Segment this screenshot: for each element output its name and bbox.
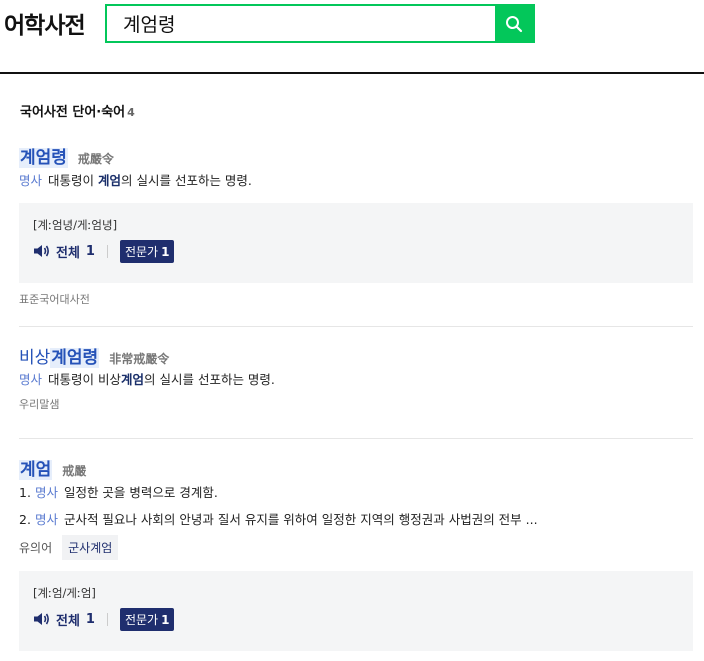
- search-icon: [506, 15, 523, 32]
- expert-count: 1: [161, 612, 170, 627]
- play-all-count: 1: [85, 611, 95, 627]
- pos-label: 명사: [34, 512, 58, 527]
- play-all-button[interactable]: 전체 1: [33, 610, 95, 629]
- pos-label: 명사: [34, 485, 58, 500]
- headword-link[interactable]: 계엄: [19, 455, 53, 480]
- headword-line: 계엄 戒嚴: [19, 455, 693, 480]
- def-text: 대통령이: [48, 173, 98, 188]
- hanja: 戒嚴: [62, 464, 87, 478]
- audio-row: 전체 1 전문가 1: [33, 238, 679, 264]
- play-all-label: 전체: [56, 245, 80, 261]
- entry-gyeeomnyeong: 계엄령 戒嚴令 명사 대통령이 계엄의 실시를 선포하는 명령. [계ː엄녕/게ː…: [19, 143, 693, 327]
- play-all-label: 전체: [56, 613, 80, 629]
- divider: [106, 244, 108, 258]
- play-all-button[interactable]: 전체 1: [33, 242, 95, 261]
- hanja: 戒嚴令: [77, 152, 114, 166]
- pronunciation-box: [계ː엄녕/게ː엄녕] 전체 1 전문가 1: [19, 203, 693, 283]
- header: 어학사전: [0, 0, 704, 74]
- def-text: 의 실시를 선포하는 명령.: [144, 372, 275, 387]
- play-all-count: 1: [85, 243, 95, 259]
- search-button[interactable]: [495, 6, 533, 41]
- divider: [106, 612, 108, 626]
- entry-gyeeom: 계엄 戒嚴 1. 명사 일정한 곳을 병력으로 경계함. 2. 명사 군사적 필요나 사…: [19, 455, 693, 655]
- expert-badge[interactable]: 전문가 1: [119, 239, 175, 263]
- hanja: 非常戒嚴令: [109, 352, 170, 366]
- pronunciation-box: [계ː엄/게ː엄] 전체 1 전문가 1: [19, 571, 693, 651]
- headword-highlight: 계엄령: [50, 348, 100, 368]
- entry-bisang-gyeeomnyeong: 비상계엄령 非常戒嚴令 명사 대통령이 비상계엄의 실시를 선포하는 명령. 우리…: [19, 343, 693, 439]
- speaker-icon: [34, 613, 49, 625]
- pos-label: 명사: [19, 372, 43, 387]
- def-text: 대통령이 비상: [48, 372, 121, 387]
- headword-highlight: 계엄: [19, 460, 53, 480]
- expert-count: 1: [161, 244, 170, 259]
- headword-prefix: 비상: [19, 348, 51, 368]
- pronunciation: [계ː엄녕/게ː엄녕]: [33, 218, 118, 232]
- dictionary-source[interactable]: 우리말샘: [19, 396, 693, 414]
- expert-label: 전문가: [124, 612, 159, 627]
- definition-2: 2. 명사 군사적 필요나 사회의 안녕과 질서 유지를 위하여 일정한 지역의 행…: [19, 509, 691, 531]
- def-text: 군사적 필요나 사회의 안녕과 질서 유지를 위하여 일정한 지역의 행정권과 …: [63, 512, 538, 527]
- dictionary-source[interactable]: 표준국어대사전: [19, 291, 693, 309]
- headword-line: 비상계엄령 非常戒嚴令: [19, 343, 693, 368]
- def-number: 1.: [19, 485, 31, 500]
- headword-highlight: 계엄령: [19, 148, 68, 168]
- speaker-icon: [34, 245, 49, 257]
- def-text: 의 실시를 선포하는 명령.: [121, 173, 252, 188]
- result-count: 4: [127, 106, 135, 119]
- expert-label: 전문가: [124, 244, 159, 259]
- headword-line: 계엄령 戒嚴令: [19, 143, 693, 168]
- def-text: 일정한 곳을 병력으로 경계함.: [63, 485, 218, 500]
- synonym-row: 유의어 군사계엄: [19, 534, 693, 560]
- def-highlight: 계엄: [121, 372, 145, 387]
- def-highlight: 계엄: [98, 173, 122, 188]
- headword-link[interactable]: 비상계엄령: [19, 343, 100, 368]
- definition-1: 1. 명사 일정한 곳을 병력으로 경계함.: [19, 482, 693, 504]
- section-title-text: 국어사전 단어·숙어: [20, 105, 126, 120]
- definition: 명사 대통령이 비상계엄의 실시를 선포하는 명령.: [19, 369, 693, 391]
- audio-row: 전체 1 전문가 1: [33, 606, 679, 632]
- headword-link[interactable]: 계엄령: [19, 143, 68, 168]
- synonym-label: 유의어: [19, 540, 53, 555]
- search-box: [105, 4, 535, 43]
- pronunciation: [계ː엄/게ː엄]: [33, 586, 96, 600]
- expert-badge[interactable]: 전문가 1: [119, 607, 175, 631]
- definition: 명사 대통령이 계엄의 실시를 선포하는 명령.: [19, 170, 693, 192]
- logo[interactable]: 어학사전: [4, 6, 86, 40]
- def-number: 2.: [19, 512, 31, 527]
- pos-label: 명사: [19, 173, 43, 188]
- search-input[interactable]: [107, 6, 495, 41]
- section-title: 국어사전 단어·숙어 4: [20, 101, 135, 120]
- synonym-chip[interactable]: 군사계엄: [62, 534, 119, 560]
